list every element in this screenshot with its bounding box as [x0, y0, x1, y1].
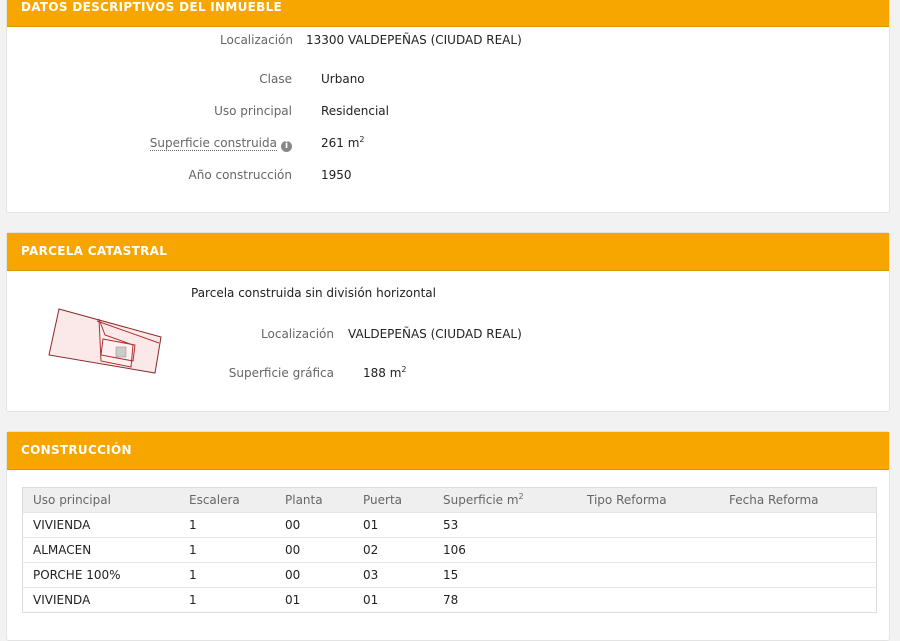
superficie-construida-number: 261 m: [321, 136, 360, 150]
parcela-superficie-label: Superficie gráfica: [228, 366, 334, 380]
superficie-construida-label-text: Superficie construida: [149, 136, 277, 151]
cell-tipo-reforma: [577, 512, 719, 538]
uso-principal-value: Residencial: [321, 104, 389, 118]
construccion-header: CONSTRUCCIÓN: [7, 432, 889, 470]
localizacion-row: Localización 13300 VALDEPEÑAS (CIUDAD RE…: [7, 30, 889, 50]
cell-superficie: 53: [433, 512, 577, 538]
cell-escalera: 1: [179, 562, 275, 588]
cell-planta: 00: [275, 562, 353, 588]
construccion-table: Uso principal Escalera Planta Puerta Sup…: [22, 487, 877, 613]
cell-puerta: 01: [353, 587, 433, 613]
anio-construccion-label: Año construcción: [188, 168, 293, 182]
clase-row: Clase Urbano: [7, 69, 889, 89]
parcela-localizacion-value: VALDEPEÑAS (CIUDAD REAL): [348, 327, 522, 341]
cell-puerta: 03: [353, 562, 433, 588]
col-superficie: Superficie m2: [433, 487, 577, 513]
cell-fecha-reforma: [719, 512, 877, 538]
col-escalera: Escalera: [179, 487, 275, 513]
datos-descriptivos-header: DATOS DESCRIPTIVOS DEL INMUEBLE: [7, 0, 889, 27]
parcela-descripcion: Parcela construida sin división horizont…: [191, 286, 436, 300]
cell-planta: 00: [275, 537, 353, 563]
superficie-construida-value: 261 m2: [321, 133, 365, 153]
cell-uso: VIVIENDA: [22, 587, 179, 613]
parcela-highlight: [115, 346, 127, 358]
parcela-catastral-header: PARCELA CATASTRAL: [7, 233, 889, 271]
cell-uso: PORCHE 100%: [22, 562, 179, 588]
col-superficie-sup: 2: [518, 492, 524, 501]
cell-escalera: 1: [179, 587, 275, 613]
col-uso-principal: Uso principal: [22, 487, 179, 513]
cell-fecha-reforma: [719, 537, 877, 563]
parcela-descripcion-row: Parcela construida sin división horizont…: [7, 283, 889, 303]
superficie-construida-sup: 2: [359, 135, 365, 144]
cell-tipo-reforma: [577, 587, 719, 613]
cell-fecha-reforma: [719, 562, 877, 588]
cell-planta: 01: [275, 587, 353, 613]
cell-puerta: 02: [353, 537, 433, 563]
col-planta: Planta: [275, 487, 353, 513]
datos-descriptivos-panel: DATOS DESCRIPTIVOS DEL INMUEBLE Localiza…: [6, 0, 890, 213]
cell-uso: ALMACEN: [22, 537, 179, 563]
cell-superficie: 15: [433, 562, 577, 588]
construccion-panel: CONSTRUCCIÓN Uso principal Escalera Plan…: [6, 431, 890, 641]
cell-uso: VIVIENDA: [22, 512, 179, 538]
uso-principal-label: Uso principal: [214, 104, 292, 118]
parcela-superficie-sup: 2: [401, 365, 407, 374]
cell-escalera: 1: [179, 512, 275, 538]
clase-label: Clase: [259, 72, 292, 86]
col-fecha-reforma: Fecha Reforma: [719, 487, 877, 513]
anio-construccion-row: Año construcción 1950: [7, 165, 889, 185]
parcela-superficie-number: 188 m: [363, 366, 402, 380]
cell-tipo-reforma: [577, 537, 719, 563]
table-row: PORCHE 100% 1 00 03 15: [22, 562, 877, 588]
uso-principal-row: Uso principal Residencial: [7, 101, 889, 121]
localizacion-label: Localización: [220, 33, 293, 47]
clase-value: Urbano: [321, 72, 365, 86]
parcela-superficie-value: 188 m2: [363, 363, 407, 383]
table-row: VIVIENDA 1 01 01 78: [22, 587, 877, 613]
parcela-catastral-panel: PARCELA CATASTRAL Parcela construida sin…: [6, 232, 890, 412]
cell-tipo-reforma: [577, 562, 719, 588]
cell-escalera: 1: [179, 537, 275, 563]
cell-superficie: 106: [433, 537, 577, 563]
parcela-superficie-row: Superficie gráfica 188 m2: [7, 363, 889, 383]
superficie-construida-row: Superficie construida i 261 m2: [7, 133, 889, 153]
table-row: VIVIENDA 1 00 01 53: [22, 512, 877, 538]
col-superficie-text: Superficie m: [443, 493, 519, 507]
info-icon[interactable]: i: [281, 141, 292, 152]
cell-fecha-reforma: [719, 587, 877, 613]
cell-puerta: 01: [353, 512, 433, 538]
localizacion-value: 13300 VALDEPEÑAS (CIUDAD REAL): [306, 33, 522, 47]
col-tipo-reforma: Tipo Reforma: [577, 487, 719, 513]
anio-construccion-value: 1950: [321, 168, 352, 182]
col-puerta: Puerta: [353, 487, 433, 513]
cell-superficie: 78: [433, 587, 577, 613]
superficie-construida-label: Superficie construida i: [149, 133, 292, 153]
cell-planta: 00: [275, 512, 353, 538]
construccion-table-header: Uso principal Escalera Planta Puerta Sup…: [22, 487, 877, 513]
parcela-localizacion-label: Localización: [261, 327, 334, 341]
table-row: ALMACEN 1 00 02 106: [22, 537, 877, 563]
parcela-localizacion-row: Localización VALDEPEÑAS (CIUDAD REAL): [7, 324, 889, 344]
